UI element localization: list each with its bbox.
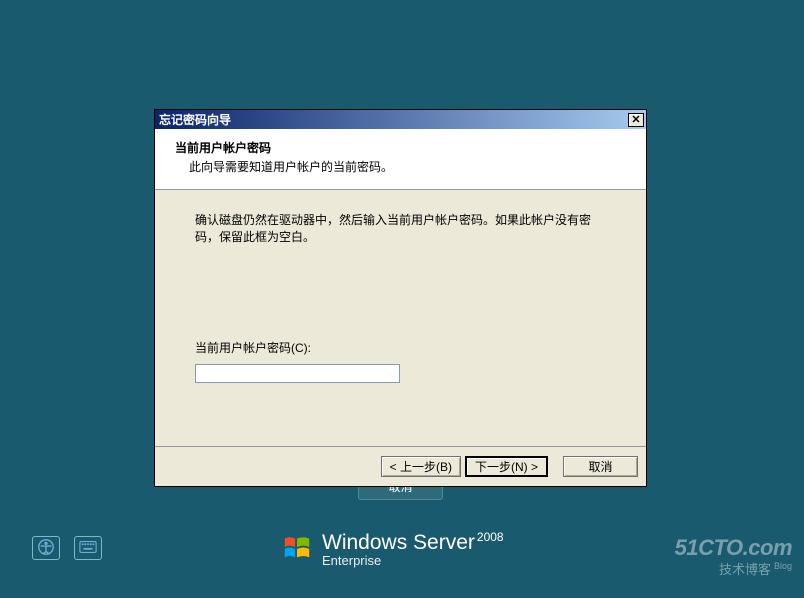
wizard-body: 确认磁盘仍然在驱动器中，然后输入当前用户帐户密码。如果此帐户没有密码，保留此框为…: [155, 190, 646, 447]
wizard-header-subtitle: 此向导需要知道用户帐户的当前密码。: [175, 158, 626, 175]
forgot-password-wizard: 忘记密码向导 ✕ 当前用户帐户密码 此向导需要知道用户帐户的当前密码。 确认磁盘…: [154, 109, 647, 487]
ease-of-access-icon: [37, 538, 55, 559]
wizard-instruction: 确认磁盘仍然在驱动器中，然后输入当前用户帐户密码。如果此帐户没有密码，保留此框为…: [195, 212, 606, 247]
windows-branding: Windows Server2008 Enterprise: [282, 530, 504, 568]
watermark-blog: Blog: [774, 561, 792, 571]
next-button[interactable]: 下一步(N) >: [465, 456, 548, 477]
wizard-header: 当前用户帐户密码 此向导需要知道用户帐户的当前密码。: [155, 129, 646, 190]
watermark: 51CTO.com 技术博客Blog: [675, 535, 792, 578]
close-icon: ✕: [631, 113, 640, 126]
branding-edition: Enterprise: [322, 553, 504, 568]
branding-year: 2008: [477, 530, 504, 544]
wizard-button-row: < 上一步(B) 下一步(N) > 取消: [155, 447, 646, 486]
branding-product: Windows Server: [322, 531, 475, 554]
branding-text: Windows Server2008 Enterprise: [322, 530, 504, 568]
password-input[interactable]: [195, 364, 400, 383]
watermark-tag: 技术博客: [719, 562, 771, 577]
on-screen-keyboard-button[interactable]: [74, 536, 102, 560]
wizard-header-title: 当前用户帐户密码: [175, 139, 626, 156]
titlebar-text: 忘记密码向导: [159, 111, 231, 128]
cancel-button[interactable]: 取消: [563, 456, 638, 477]
windows-flag-icon: [282, 533, 312, 566]
back-button[interactable]: < 上一步(B): [381, 456, 461, 477]
ease-of-access-button[interactable]: [32, 536, 60, 560]
keyboard-icon: [79, 538, 97, 559]
titlebar: 忘记密码向导 ✕: [155, 110, 646, 129]
watermark-site: 51CTO.com: [675, 535, 792, 561]
close-button[interactable]: ✕: [628, 113, 644, 127]
password-label: 当前用户帐户密码(C):: [195, 339, 606, 356]
shell-icons: [32, 536, 102, 560]
